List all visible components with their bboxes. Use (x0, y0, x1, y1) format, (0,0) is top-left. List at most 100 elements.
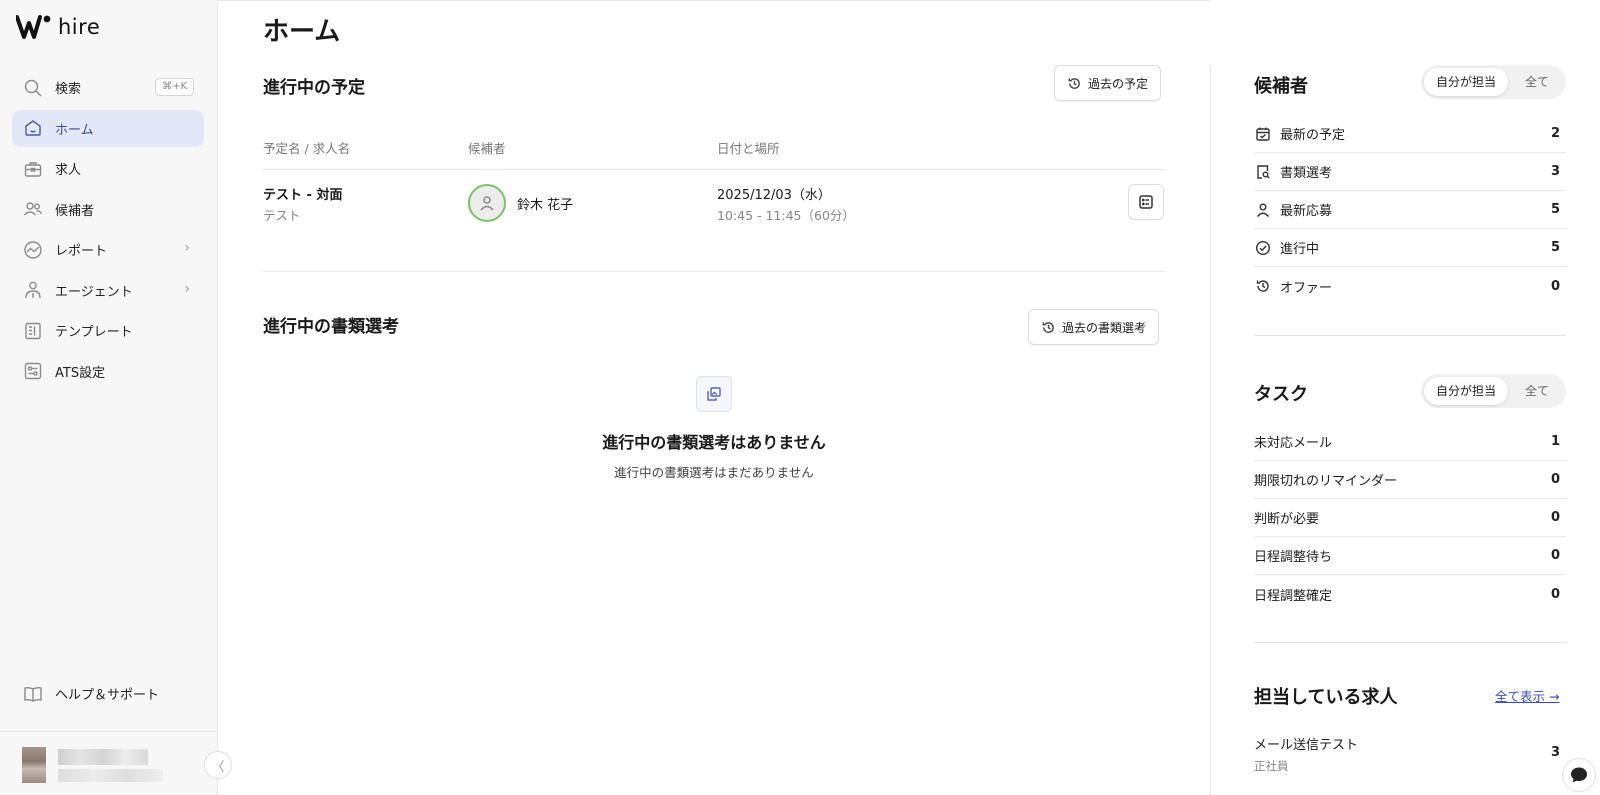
task-stat-overdue-reminders[interactable]: 期限切れのリマインダー 0 (1254, 461, 1566, 499)
sidebar-item-home[interactable]: ホーム (12, 109, 204, 147)
toggle-all[interactable]: 全て (1511, 68, 1563, 96)
person-icon (1254, 201, 1272, 219)
sidebar-divider (0, 731, 218, 732)
user-email-blurred (58, 769, 163, 782)
candidate-stat-latest-applications[interactable]: 最新応募 5 (1254, 191, 1566, 229)
candidate-name: 鈴木 花子 (517, 198, 574, 213)
sidebar-item-help[interactable]: ヘルプ＆サポート (12, 675, 204, 712)
event-date: 2025/12/03（水） (717, 188, 831, 203)
stat-count: 0 (1550, 472, 1560, 487)
past-schedules-label: 過去の予定 (1088, 76, 1149, 91)
search-icon (22, 77, 44, 99)
sidebar-item-agents[interactable]: エージェント › (12, 272, 204, 309)
briefcase-icon (22, 158, 44, 180)
chevron-right-icon: › (184, 280, 190, 297)
right-panel: 候補者 自分が担当 全て 最新の予定 2 書類選考 3 最新応募 5 進行中 5… (1211, 0, 1600, 795)
sidebar-item-label: 求人 (55, 163, 82, 178)
sidebar-item-templates[interactable]: テンプレート (12, 312, 204, 349)
home-icon (22, 117, 44, 139)
sidebar-nav: 検索 ⌘+K ホーム 求人 候補者 レポート › エージェント › テンプレート… (12, 69, 204, 393)
chart-icon (22, 239, 44, 261)
sidebar-item-label: ATS設定 (55, 365, 106, 381)
sidebar-item-candidates[interactable]: 候補者 (12, 191, 204, 228)
history-icon (1068, 77, 1080, 89)
documents-icon (696, 376, 732, 412)
stat-count: 3 (1550, 164, 1560, 179)
section-divider (1254, 335, 1566, 336)
chat-support-button[interactable] (1562, 758, 1596, 792)
person-icon (480, 196, 494, 211)
history-icon (1254, 277, 1272, 295)
view-all-jobs-link[interactable]: 全て表示 → (1495, 686, 1559, 705)
sidebar: hire 検索 ⌘+K ホーム 求人 候補者 レポート › エージェント › テ… (0, 0, 232, 795)
candidate-stat-latest-schedule[interactable]: 最新の予定 2 (1254, 115, 1566, 153)
candidate-stat-screening[interactable]: 書類選考 3 (1254, 153, 1566, 191)
main-content: ホーム 進行中の予定 過去の予定 予定名 / 求人名 候補者 日付と場所 テスト… (218, 0, 1210, 795)
job-name: テスト (263, 208, 301, 223)
user-profile[interactable] (22, 747, 167, 783)
sidebar-item-ats-settings[interactable]: ATS設定 (12, 353, 204, 390)
toggle-mine[interactable]: 自分が担当 (1424, 377, 1508, 405)
candidates-title: 候補者 (1254, 76, 1308, 97)
chevron-right-icon: › (184, 240, 190, 256)
tasks-title: タスク (1254, 384, 1308, 405)
stat-count: 5 (1550, 240, 1560, 255)
sidebar-item-reports[interactable]: レポート › (12, 231, 204, 268)
stat-label: 進行中 (1280, 242, 1320, 257)
stat-count: 5 (1550, 202, 1560, 217)
column-header-datetime: 日付と場所 (717, 141, 780, 156)
task-stat-awaiting-schedule[interactable]: 日程調整待ち 0 (1254, 537, 1566, 575)
page-title: ホーム (263, 17, 341, 47)
task-stat-decision-needed[interactable]: 判断が必要 0 (1254, 499, 1566, 537)
history-icon (1042, 321, 1054, 333)
stat-label: 最新の予定 (1280, 128, 1346, 143)
event-name: テスト - 対面 (263, 188, 343, 203)
past-schedules-button[interactable]: 過去の予定 (1054, 65, 1162, 101)
stat-label: 最新応募 (1280, 204, 1333, 219)
table-header-divider (263, 169, 1165, 170)
tasks-scope-toggle: 自分が担当 全て (1421, 374, 1566, 408)
stat-count: 0 (1550, 548, 1560, 563)
section-divider (263, 271, 1165, 272)
help-support-label: ヘルプ＆サポート (55, 688, 160, 703)
event-time: 10:45 - 11:45（60分） (717, 208, 855, 223)
stat-label: 期限切れのリマインダー (1254, 474, 1398, 489)
schedules-section-title: 進行中の予定 (263, 78, 365, 98)
sidebar-item-search[interactable]: 検索 ⌘+K (12, 69, 204, 106)
avatar (468, 184, 506, 222)
stat-count: 2 (1550, 126, 1560, 141)
assigned-jobs-title: 担当している求人 (1254, 687, 1398, 708)
empty-state-title: 進行中の書類選考はありません (602, 433, 826, 452)
app-logo[interactable]: hire (16, 14, 100, 40)
book-icon (22, 683, 44, 705)
stat-label: 書類選考 (1280, 166, 1333, 181)
candidate-stat-offer[interactable]: オファー 0 (1254, 267, 1566, 305)
settings-icon (22, 360, 44, 382)
task-stat-schedule-confirmed[interactable]: 日程調整確定 0 (1254, 575, 1566, 613)
column-header-candidate: 候補者 (468, 141, 506, 156)
candidates-scope-toggle: 自分が担当 全て (1421, 65, 1566, 99)
help-support-section: ヘルプ＆サポート (12, 675, 204, 716)
stat-count: 0 (1550, 586, 1560, 602)
sidebar-item-label: レポート (55, 244, 108, 259)
task-stat-unread-mail[interactable]: 未対応メール 1 (1254, 423, 1566, 461)
sidebar-item-label: 候補者 (55, 203, 95, 219)
job-candidate-count: 3 (1551, 745, 1561, 760)
stat-label: 日程調整待ち (1254, 550, 1333, 565)
screening-section-title: 進行中の書類選考 (263, 317, 399, 337)
sidebar-item-label: エージェント (55, 284, 133, 300)
user-name-blurred (58, 749, 148, 765)
document-search-icon (1254, 163, 1272, 181)
event-detail-button[interactable] (1128, 184, 1164, 220)
agent-icon (22, 279, 44, 301)
candidate-stat-in-progress[interactable]: 進行中 5 (1254, 229, 1566, 267)
sidebar-item-jobs[interactable]: 求人 (12, 150, 204, 187)
toggle-mine[interactable]: 自分が担当 (1424, 68, 1508, 96)
sidebar-item-label: テンプレート (55, 325, 133, 340)
job-title: メール送信テスト (1254, 738, 1359, 753)
past-screening-button[interactable]: 過去の書類選考 (1028, 309, 1160, 345)
sidebar-item-label: ホーム (55, 122, 94, 138)
brand-name: hire (58, 15, 101, 39)
toggle-all[interactable]: 全て (1511, 377, 1563, 405)
stat-count: 1 (1550, 434, 1560, 449)
